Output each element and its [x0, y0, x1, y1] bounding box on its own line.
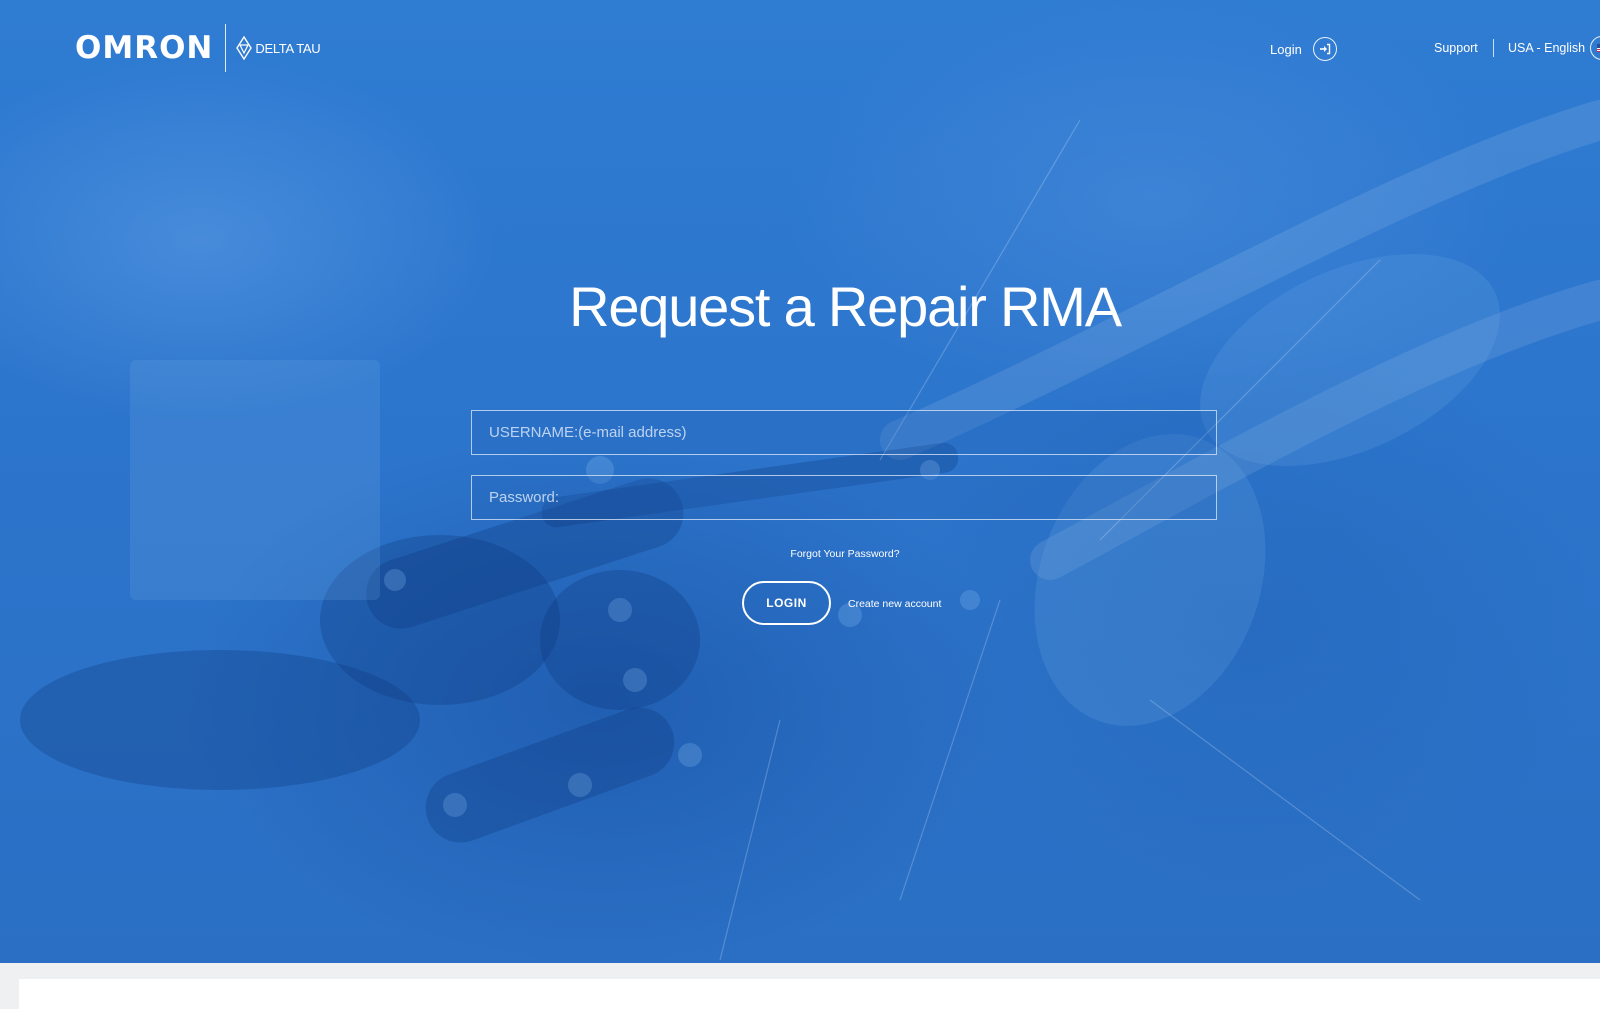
page-title: Request a Repair RMA [569, 274, 1122, 338]
region-language-selector[interactable]: USA - English [1508, 41, 1585, 55]
nav-support-link[interactable]: Support [1434, 41, 1478, 55]
nav-divider [1493, 39, 1494, 57]
brand-logo[interactable]: OMRON DELTA TAU [75, 24, 321, 72]
hero-background: OMRON DELTA TAU Login Support USA - Engl… [0, 0, 1600, 963]
username-input[interactable] [471, 410, 1217, 455]
delta-tau-text: DELTA TAU [255, 40, 321, 56]
login-button[interactable]: LOGIN [742, 581, 831, 625]
footer-section [19, 979, 1600, 1009]
omron-wordmark: OMRON [75, 30, 214, 66]
create-account-link[interactable]: Create new account [848, 598, 941, 610]
password-input[interactable] [471, 475, 1217, 520]
delta-tau-logo: DELTA TAU [236, 36, 321, 60]
nav-login-link[interactable]: Login [1270, 36, 1337, 62]
forgot-password-link[interactable]: Forgot Your Password? [0, 548, 1600, 560]
logo-divider [225, 24, 227, 72]
nav-login-label: Login [1270, 41, 1302, 57]
delta-tau-diamond-icon [236, 36, 253, 60]
login-arrow-icon [1312, 37, 1337, 61]
